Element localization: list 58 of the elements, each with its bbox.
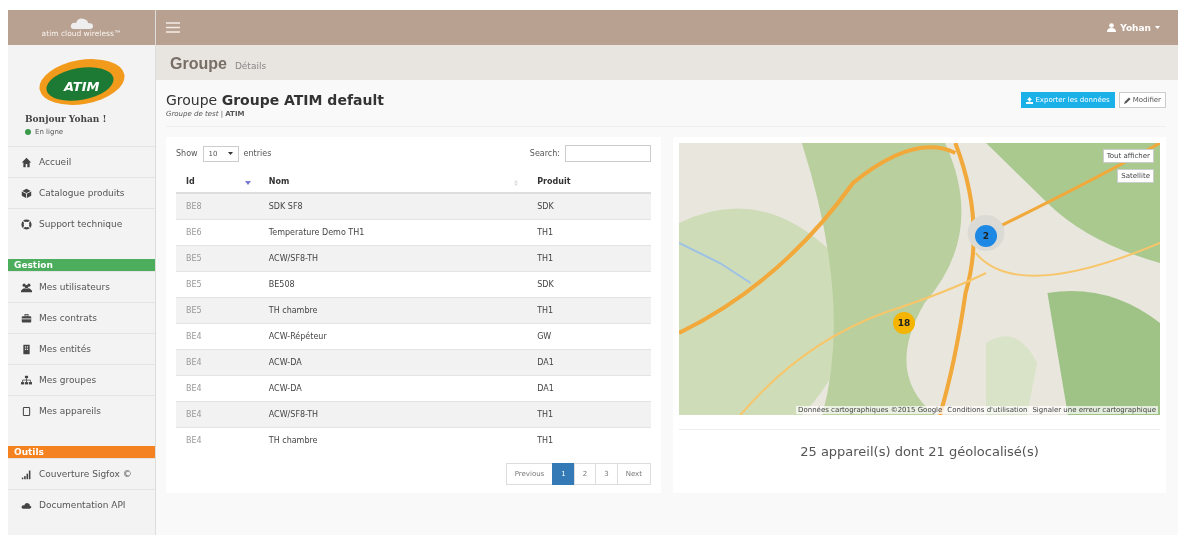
page-subtitle: Détails	[234, 61, 267, 71]
table-cell: ACW/SF8-TH	[258, 401, 528, 428]
search-field[interactable]	[565, 145, 651, 162]
table-cell: ACW-DA	[258, 349, 528, 376]
pencil-icon	[1123, 96, 1131, 104]
length-label: Show	[176, 149, 198, 158]
table-cell: SDK	[527, 193, 651, 220]
section-header: Outils	[8, 446, 155, 458]
sidebar-item[interactable]: Mes utilisateurs	[8, 271, 155, 302]
table-cell: SDK SF8	[258, 193, 528, 220]
tablet-icon	[21, 405, 32, 417]
table-cell: TH1	[527, 245, 651, 272]
sidebar-item[interactable]: Catalogue produits	[8, 177, 155, 208]
group-title: Groupe Groupe ATIM default	[166, 92, 384, 108]
building-icon	[21, 343, 32, 355]
sidebar-item[interactable]: Mes entités	[8, 333, 155, 364]
table-cell: DA1	[527, 349, 651, 376]
device-summary: 25 appareil(s) dont 21 géolocalisé(s)	[679, 429, 1160, 469]
sidebar-item[interactable]: Accueil	[8, 146, 155, 177]
table-cell: TH1	[527, 401, 651, 428]
search-label: Search:	[529, 149, 560, 158]
table-cell: BE4	[176, 349, 259, 376]
user-icon	[1107, 23, 1117, 32]
menu-icon[interactable]	[166, 22, 180, 33]
sidebar-item[interactable]: Mes appareils	[8, 395, 155, 426]
table-cell: BE4	[176, 427, 259, 453]
table-cell: TH chambre	[258, 427, 528, 453]
sort-icon	[513, 180, 520, 186]
sidebar-item[interactable]: Support technique	[8, 208, 155, 239]
logo: ATIM	[37, 58, 126, 106]
section-header: Gestion	[8, 259, 155, 271]
table-cell: TH1	[527, 297, 651, 324]
page-title: Groupe	[170, 55, 227, 73]
table-cell: ACW/SF8-TH	[258, 245, 528, 272]
upload-icon	[1026, 96, 1034, 104]
table-cell: TH1	[527, 427, 651, 453]
greeting: Bonjour Yohan !	[24, 114, 108, 126]
sidebar-item[interactable]: Couverture Sigfox ©	[8, 458, 155, 489]
table-cell: BE5	[176, 245, 259, 272]
cube-icon	[21, 187, 32, 199]
sidebar-item[interactable]: Documentation API	[8, 489, 155, 520]
home-icon	[21, 156, 32, 168]
caret-icon	[227, 151, 233, 156]
table-cell: BE4	[176, 401, 259, 428]
sidebar-item[interactable]: Mes groupes	[8, 364, 155, 395]
caret-icon	[1155, 25, 1160, 30]
sidebar-item[interactable]: Mes contrats	[8, 302, 155, 333]
table-cell: TH chambre	[258, 297, 528, 324]
briefcase-icon	[21, 312, 32, 324]
table-cell: BE8	[176, 193, 259, 220]
sort-descending-icon	[244, 180, 251, 186]
lifebuoy-icon	[21, 218, 32, 230]
length-label: entries	[243, 149, 272, 158]
sitemap-icon	[21, 374, 32, 386]
table-cell: BE5	[176, 297, 259, 324]
users-icon	[21, 281, 32, 293]
cloud-icon	[69, 17, 94, 29]
signal-icon	[21, 468, 32, 480]
